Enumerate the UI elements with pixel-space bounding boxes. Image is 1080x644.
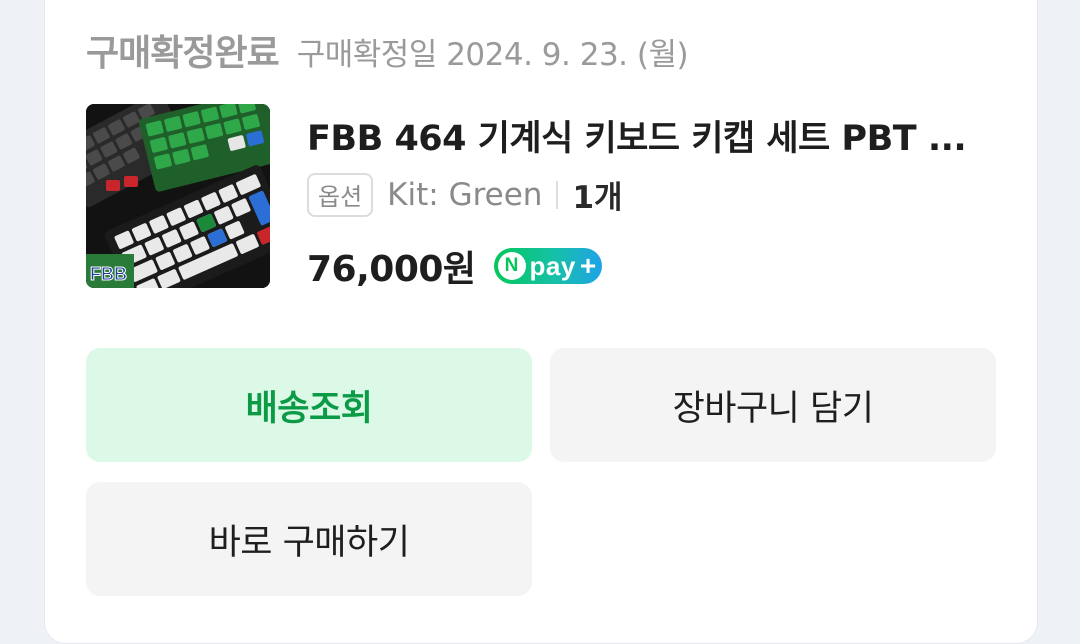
- product-thumbnail[interactable]: FBB: [86, 104, 270, 288]
- npay-plus-badge: N pay +: [493, 248, 603, 284]
- buy-now-button[interactable]: 바로 구매하기: [86, 482, 532, 596]
- npay-label: pay: [529, 250, 576, 281]
- option-badge: 옵션: [307, 172, 374, 217]
- track-delivery-button[interactable]: 배송조회: [86, 348, 532, 462]
- product-name-link[interactable]: FBB 464 기계식 키보드 키캡 세트 PBT ...: [307, 110, 997, 161]
- option-quantity: 1개: [572, 180, 623, 216]
- order-status-title: 구매확정완료: [86, 33, 280, 74]
- option-divider: [556, 180, 559, 209]
- option-value: Kit: Green: [387, 176, 543, 213]
- product-price: 76,000원: [307, 249, 476, 290]
- keyboard-keycap-product-image: FBB: [86, 104, 270, 288]
- order-status-row: 구매확정완료 구매확정일 2024. 9. 23. (월): [86, 24, 689, 76]
- price-row: 76,000원 N pay +: [307, 240, 603, 292]
- plus-icon: +: [579, 250, 597, 281]
- purchase-confirm-date: 구매확정일 2024. 9. 23. (월): [296, 37, 689, 73]
- product-option-row: 옵션 Kit: Green 1개: [307, 172, 623, 217]
- fbb-logo: FBB: [90, 264, 127, 284]
- add-to-cart-button[interactable]: 장바구니 담기: [550, 348, 996, 462]
- naver-n-icon: N: [497, 252, 526, 280]
